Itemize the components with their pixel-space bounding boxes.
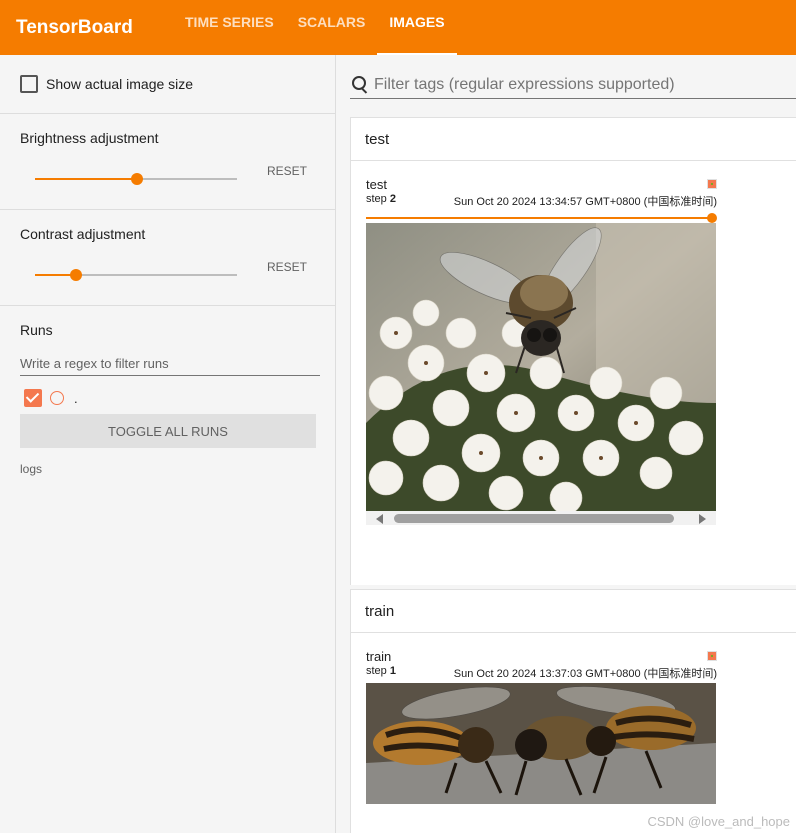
- contrast-section: Contrast adjustment RESET: [0, 210, 335, 306]
- runs-section: Runs . TOGGLE ALL RUNS logs: [0, 306, 335, 476]
- top-app-bar: TensorBoard TIME SERIES SCALARS IMAGES: [0, 0, 796, 55]
- run-color-picker[interactable]: [50, 391, 64, 405]
- main-panel: test test step 2 Sun Oct 20 2024 13:34:5…: [350, 55, 796, 833]
- step-slider-track: [366, 217, 711, 219]
- group-body-train: train step 1 Sun Oct 20 2024 13:37:03 GM…: [350, 633, 796, 833]
- tag-filter[interactable]: [350, 71, 796, 99]
- toggle-all-runs-button[interactable]: TOGGLE ALL RUNS: [20, 414, 316, 448]
- step-label: step: [366, 665, 387, 677]
- image-viewer[interactable]: [366, 683, 716, 804]
- card-meta: step 2 Sun Oct 20 2024 13:34:57 GMT+0800…: [366, 193, 717, 209]
- runs-filter-input[interactable]: [20, 352, 320, 376]
- tab-scalars[interactable]: SCALARS: [286, 0, 378, 55]
- image-scrollbar[interactable]: [366, 511, 716, 525]
- brightness-reset-button[interactable]: RESET: [267, 164, 307, 178]
- step-label: step: [366, 193, 387, 205]
- group-header-test[interactable]: test: [350, 117, 796, 161]
- tag-filter-input[interactable]: [374, 75, 784, 94]
- brightness-slider[interactable]: [35, 172, 305, 186]
- search-icon: [350, 74, 372, 96]
- step-info: step 2: [366, 193, 396, 209]
- brightness-section: Brightness adjustment RESET: [0, 114, 335, 210]
- app-title[interactable]: TensorBoard: [16, 17, 173, 39]
- card-title: test: [366, 177, 387, 192]
- brightness-label: Brightness adjustment: [20, 130, 159, 146]
- card-meta: step 1 Sun Oct 20 2024 13:37:03 GMT+0800…: [366, 665, 717, 681]
- run-checkbox[interactable]: [24, 389, 42, 407]
- run-row[interactable]: .: [20, 388, 315, 408]
- scroll-left-arrow[interactable]: [376, 514, 383, 524]
- scroll-right-arrow[interactable]: [699, 514, 706, 524]
- bee-on-flowers-image: [366, 223, 716, 511]
- plugin-tabs: TIME SERIES SCALARS IMAGES: [173, 0, 457, 55]
- sidebar: Show actual image size Brightness adjust…: [0, 55, 336, 833]
- step-slider-thumb[interactable]: [707, 213, 717, 223]
- bees-image: [366, 683, 716, 804]
- run-color-indicator: [707, 179, 717, 189]
- show-actual-size-label: Show actual image size: [46, 76, 194, 92]
- contrast-slider[interactable]: [35, 268, 305, 282]
- group-body-test: test step 2 Sun Oct 20 2024 13:34:57 GMT…: [350, 161, 796, 585]
- logdir-label: logs: [20, 462, 43, 476]
- image-viewer[interactable]: [366, 223, 716, 511]
- scrollbar-thumb[interactable]: [394, 514, 674, 523]
- contrast-label: Contrast adjustment: [20, 226, 146, 242]
- run-name: .: [74, 390, 78, 406]
- card-title: train: [366, 649, 392, 664]
- watermark: CSDN @love_and_hope: [647, 814, 790, 829]
- group-header-train[interactable]: train: [350, 589, 796, 633]
- timestamp: Sun Oct 20 2024 13:34:57 GMT+0800 (中国标准时…: [453, 196, 717, 208]
- show-actual-size-row[interactable]: Show actual image size: [0, 55, 335, 114]
- show-actual-size-checkbox[interactable]: [20, 75, 38, 93]
- slider-fill: [35, 178, 136, 180]
- run-color-indicator: [707, 651, 717, 661]
- runs-title: Runs: [20, 322, 53, 338]
- step-slider[interactable]: [366, 213, 717, 223]
- slider-thumb[interactable]: [131, 173, 143, 185]
- contrast-reset-button[interactable]: RESET: [267, 260, 307, 274]
- step-value: 2: [389, 193, 396, 205]
- image-card: train step 1 Sun Oct 20 2024 13:37:03 GM…: [366, 649, 717, 804]
- tab-images[interactable]: IMAGES: [377, 0, 457, 55]
- step-value: 1: [389, 665, 396, 677]
- tab-time-series[interactable]: TIME SERIES: [173, 0, 286, 55]
- image-card: test step 2 Sun Oct 20 2024 13:34:57 GMT…: [366, 177, 717, 525]
- step-info: step 1: [366, 665, 396, 681]
- timestamp: Sun Oct 20 2024 13:37:03 GMT+0800 (中国标准时…: [453, 668, 717, 680]
- slider-thumb[interactable]: [70, 269, 82, 281]
